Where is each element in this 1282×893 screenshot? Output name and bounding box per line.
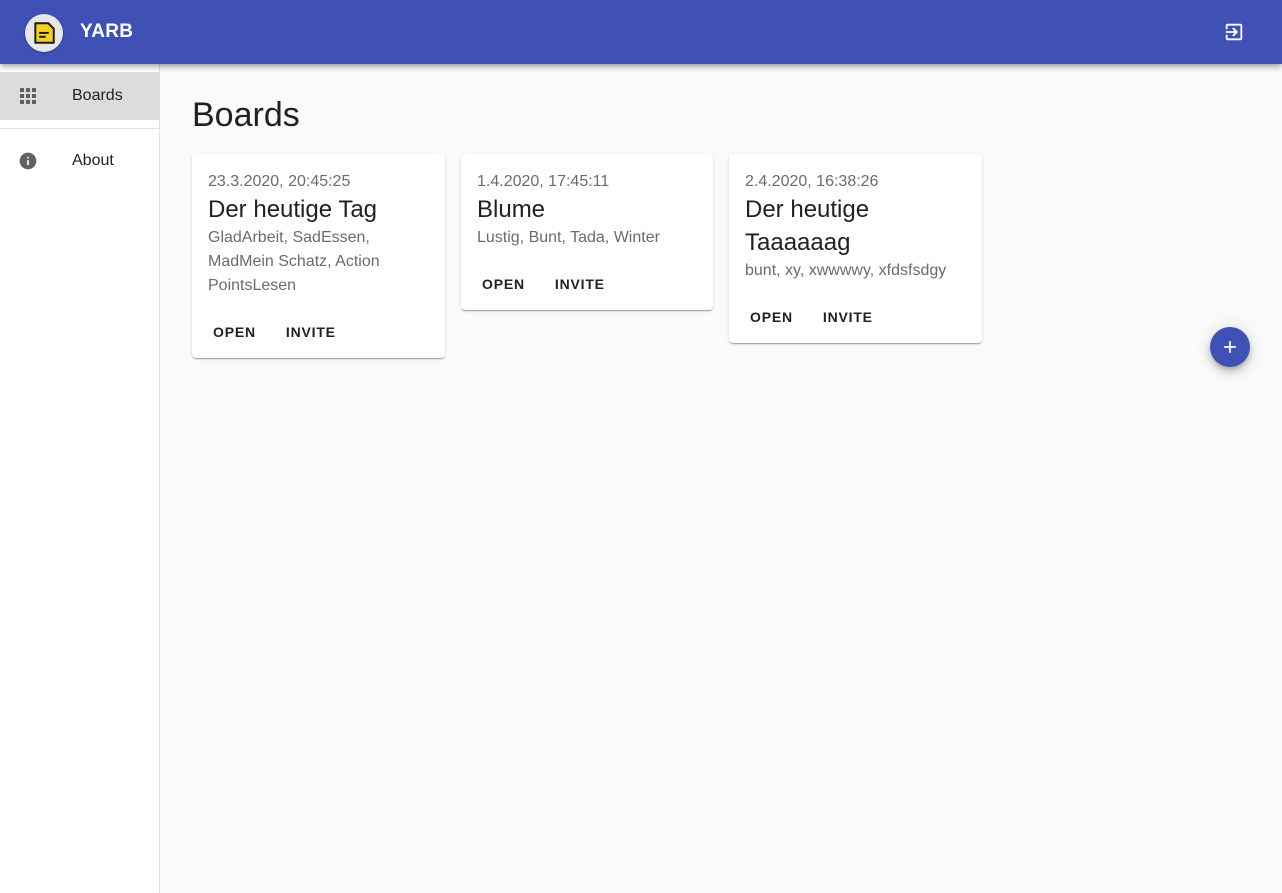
sidebar-item-about[interactable]: About xyxy=(0,137,159,185)
invite-button[interactable]: INVITE xyxy=(273,320,349,344)
open-board-button[interactable]: OPEN xyxy=(469,272,538,296)
board-columns: GladArbeit, SadEssen, MadMein Schatz, Ac… xyxy=(208,229,380,294)
invite-button[interactable]: INVITE xyxy=(810,305,886,329)
sidebar-divider xyxy=(0,128,159,129)
sidebar-item-boards[interactable]: Boards xyxy=(0,72,159,120)
board-title: Der heutige Tag xyxy=(208,196,378,223)
app-logo xyxy=(25,14,63,52)
info-icon xyxy=(18,151,38,171)
sidebar-item-label: Boards xyxy=(72,87,123,104)
page-title: Boards xyxy=(192,96,300,134)
board-card: 1.4.2020, 17:45:11 Blume Lustig, Bunt, T… xyxy=(461,154,713,310)
board-card: 2.4.2020, 16:38:26 Der heutige Taaaaaag … xyxy=(729,154,982,343)
board-columns: Lustig, Bunt, Tada, Winter xyxy=(477,229,660,246)
board-date: 23.3.2020, 20:45:25 xyxy=(208,173,351,190)
open-board-button[interactable]: OPEN xyxy=(200,320,269,344)
app-bar: YARB xyxy=(0,0,1282,64)
sidebar-item-label: About xyxy=(72,152,114,169)
invite-button[interactable]: INVITE xyxy=(542,272,618,296)
board-date: 2.4.2020, 16:38:26 xyxy=(745,173,879,190)
board-columns: bunt, xy, xwwwwy, xfdsfsdgy xyxy=(745,262,947,279)
note-icon xyxy=(34,22,55,44)
plus-icon xyxy=(1224,341,1236,353)
app-title: YARB xyxy=(80,21,134,42)
apps-grid-icon xyxy=(18,86,38,106)
logout-button[interactable] xyxy=(1214,12,1254,52)
open-board-button[interactable]: OPEN xyxy=(737,305,806,329)
sidebar: Boards About xyxy=(0,64,160,893)
board-title: Der heutige Taaaaaag xyxy=(745,196,870,256)
add-board-button[interactable] xyxy=(1210,327,1250,367)
board-title: Blume xyxy=(477,196,546,223)
exit-to-app-icon xyxy=(1225,23,1243,41)
board-card: 23.3.2020, 20:45:25 Der heutige Tag Glad… xyxy=(192,154,445,358)
board-date: 1.4.2020, 17:45:11 xyxy=(477,173,610,190)
